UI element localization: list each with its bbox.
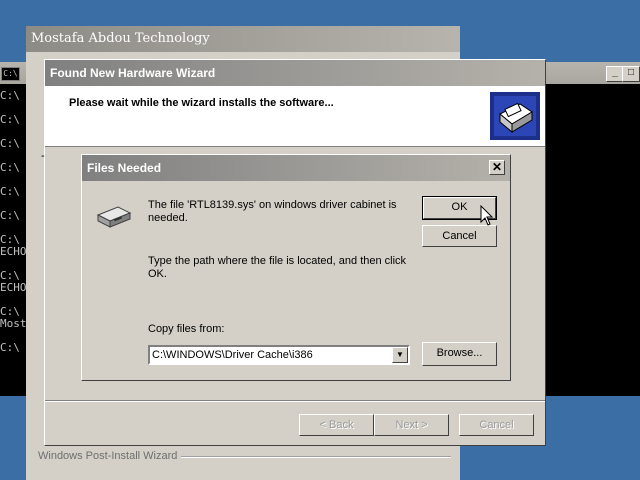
dialog-cancel-button[interactable]: Cancel	[422, 225, 497, 247]
copy-from-label: Copy files from:	[148, 323, 225, 335]
wizard-titlebar[interactable]: Found New Hardware Wizard	[45, 60, 545, 86]
copy-from-value: C:\WINDOWS\Driver Cache\i386	[152, 349, 313, 361]
console-line: C:\	[0, 137, 20, 150]
wizard-fragment: -	[41, 150, 45, 162]
maximize-button[interactable]: □	[622, 66, 640, 82]
wizard-header: Please wait while the wizard installs th…	[45, 86, 545, 147]
copy-from-combobox[interactable]: C:\WINDOWS\Driver Cache\i386 ▼	[148, 345, 410, 365]
post-install-label: Windows Post-Install Wizard	[38, 450, 178, 462]
console-icon: C:\	[1, 67, 20, 81]
files-needed-dialog: Files Needed ✕ The file 'RTL8139.sys' on…	[81, 154, 511, 381]
next-button[interactable]: Next >	[374, 414, 449, 436]
browse-button[interactable]: Browse...	[422, 342, 497, 366]
hardware-wizard-icon	[490, 92, 540, 140]
post-install-titlebar[interactable]: Mostafa Abdou Technology	[26, 26, 460, 52]
console-line: ECHO	[0, 245, 27, 258]
instruction-text: Type the path where the file is located,…	[148, 255, 407, 280]
close-button[interactable]: ✕	[489, 160, 505, 175]
console-line: C:\	[0, 209, 20, 222]
divider	[181, 456, 451, 458]
console-line: C:\	[0, 161, 20, 174]
wizard-subtitle: Please wait while the wizard installs th…	[69, 97, 334, 109]
console-line: C:\	[0, 341, 20, 354]
console-line: C:\	[0, 185, 20, 198]
back-button[interactable]: < Back	[299, 414, 374, 436]
message-text: The file 'RTL8139.sys' on windows driver…	[148, 199, 397, 224]
mouse-cursor-icon	[480, 205, 494, 226]
divider	[45, 400, 545, 402]
console-line: ECHO	[0, 281, 27, 294]
disk-drive-icon	[96, 206, 132, 228]
console-line: C:\	[0, 113, 20, 126]
wizard-cancel-button[interactable]: Cancel	[459, 414, 534, 436]
chevron-down-icon[interactable]: ▼	[392, 347, 408, 363]
console-line: Most	[0, 317, 27, 330]
dialog-titlebar[interactable]: Files Needed	[82, 155, 510, 181]
console-line: C:\	[0, 89, 20, 102]
